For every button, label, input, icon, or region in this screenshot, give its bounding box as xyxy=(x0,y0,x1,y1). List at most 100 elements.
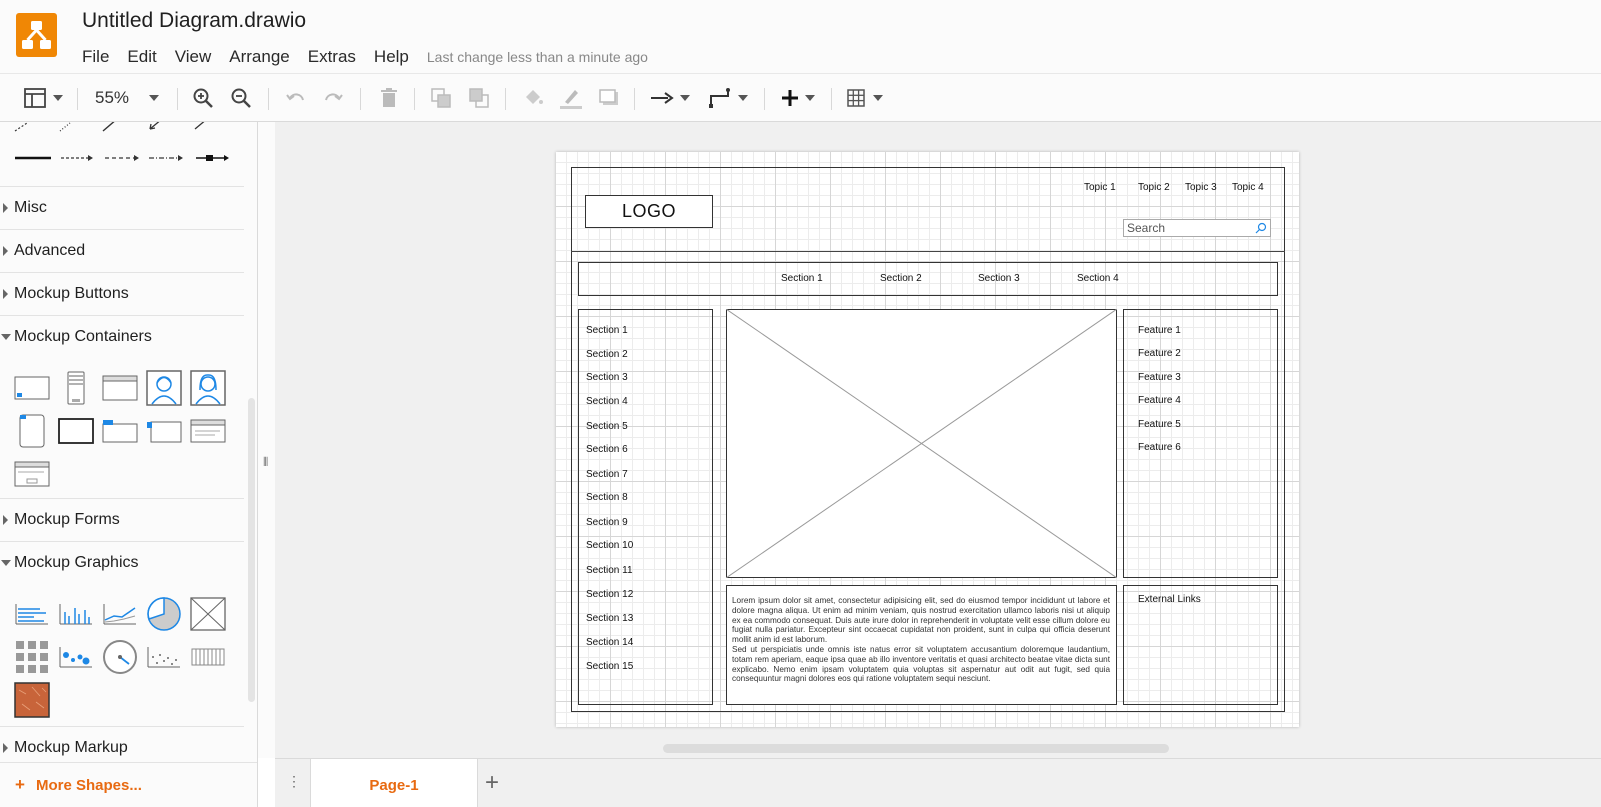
menu-arrange[interactable]: Arrange xyxy=(229,47,289,67)
feature-item[interactable]: Feature 3 xyxy=(1138,372,1181,383)
menu-file[interactable]: File xyxy=(82,47,109,67)
phone-shape[interactable] xyxy=(54,366,98,409)
browser-tabs-shape[interactable] xyxy=(186,409,230,452)
sidebar-section-mockup-forms[interactable]: Mockup Forms xyxy=(0,498,244,541)
fill-color-button[interactable] xyxy=(520,82,546,114)
horizontal-scrollbar[interactable] xyxy=(663,744,1169,753)
to-front-button[interactable] xyxy=(428,82,454,114)
left-section-item[interactable]: Section 8 xyxy=(586,492,628,503)
nav-section[interactable]: Section 3 xyxy=(978,273,1020,284)
diagram-page[interactable]: LOGO Topic 1 Topic 2 Topic 3 Topic 4 Sea… xyxy=(556,152,1299,727)
to-back-button[interactable] xyxy=(466,82,492,114)
zoom-out-button[interactable] xyxy=(228,82,254,114)
bar-chart-horizontal-shape[interactable] xyxy=(10,592,54,635)
nav-section[interactable]: Section 4 xyxy=(1077,273,1119,284)
feature-item[interactable]: Feature 2 xyxy=(1138,348,1181,359)
external-links-label[interactable]: External Links xyxy=(1138,594,1201,605)
sidebar-container-shape[interactable] xyxy=(142,409,186,452)
left-section-item[interactable]: Section 4 xyxy=(586,396,628,407)
sidebar-section-advanced[interactable]: Advanced xyxy=(0,229,244,272)
left-section-item[interactable]: Section 1 xyxy=(586,325,628,336)
sidebar-section-mockup-graphics[interactable]: Mockup Graphics xyxy=(0,541,244,584)
sidebar-section-misc[interactable]: Misc xyxy=(0,186,244,229)
topic-link[interactable]: Topic 2 xyxy=(1138,182,1170,193)
scatter-chart-shape[interactable] xyxy=(142,635,186,678)
image-placeholder-shape[interactable] xyxy=(186,592,230,635)
feature-item[interactable]: Feature 4 xyxy=(1138,395,1181,406)
zoom-select[interactable]: 55% xyxy=(90,82,164,114)
feature-item[interactable]: Feature 1 xyxy=(1138,325,1181,336)
left-section-item[interactable]: Section 2 xyxy=(586,349,628,360)
sidebar-splitter[interactable]: ⦀ xyxy=(258,122,275,758)
redo-button[interactable] xyxy=(320,82,346,114)
progress-bars-shape[interactable] xyxy=(186,635,230,678)
left-section-item[interactable]: Section 5 xyxy=(586,421,628,432)
line-color-button[interactable] xyxy=(558,82,584,114)
last-change-status[interactable]: Last change less than a minute ago xyxy=(427,49,648,65)
dialog-window-shape[interactable] xyxy=(10,452,54,495)
line-color-icon xyxy=(560,90,582,109)
menu-help[interactable]: Help xyxy=(374,47,409,67)
feature-item[interactable]: Feature 5 xyxy=(1138,419,1181,430)
undo-button[interactable] xyxy=(283,82,309,114)
left-section-item[interactable]: Section 3 xyxy=(586,372,628,383)
page-menu-icon[interactable]: ⋮ xyxy=(287,773,301,790)
topic-link[interactable]: Topic 1 xyxy=(1084,182,1116,193)
line-chart-shape[interactable] xyxy=(98,592,142,635)
window-shape[interactable] xyxy=(98,366,142,409)
zoom-in-button[interactable] xyxy=(190,82,216,114)
column-chart-shape[interactable] xyxy=(54,592,98,635)
feature-item[interactable]: Feature 6 xyxy=(1138,442,1181,453)
tablet-shape[interactable] xyxy=(10,409,54,452)
chevron-down-icon xyxy=(1,334,11,340)
tab-container-shape[interactable] xyxy=(98,409,142,452)
format-panel-button[interactable] xyxy=(20,82,66,114)
browser-window-shape[interactable] xyxy=(10,366,54,409)
table-button[interactable] xyxy=(845,82,885,114)
topic-link[interactable]: Topic 3 xyxy=(1185,182,1217,193)
shadow-button[interactable] xyxy=(596,82,622,114)
nav-section[interactable]: Section 2 xyxy=(880,273,922,284)
icon-grid-shape[interactable] xyxy=(10,635,54,678)
nav-bar[interactable] xyxy=(578,262,1278,296)
waypoints-button[interactable] xyxy=(706,82,750,114)
add-page-icon[interactable]: + xyxy=(485,769,499,797)
toolbar-divider xyxy=(77,88,78,110)
left-section-item[interactable]: Section 13 xyxy=(586,613,633,624)
left-section-item[interactable]: Section 9 xyxy=(586,517,628,528)
left-section-item[interactable]: Section 15 xyxy=(586,661,633,672)
insert-button[interactable] xyxy=(778,82,818,114)
logo-placeholder[interactable]: LOGO xyxy=(585,195,713,228)
left-section-item[interactable]: Section 14 xyxy=(586,637,633,648)
more-shapes-button[interactable]: + More Shapes... xyxy=(0,762,257,807)
sidebar-scrollbar[interactable] xyxy=(248,398,255,702)
shapes-sidebar: Misc Advanced Mockup Buttons Mockup Cont… xyxy=(0,122,258,807)
menu-extras[interactable]: Extras xyxy=(308,47,356,67)
user-card-female-shape[interactable] xyxy=(186,366,230,409)
search-input-mockup[interactable]: Search xyxy=(1123,219,1271,237)
left-section-item[interactable]: Section 10 xyxy=(586,540,633,551)
sidebar-section-mockup-containers[interactable]: Mockup Containers xyxy=(0,315,244,358)
left-section-item[interactable]: Section 6 xyxy=(586,444,628,455)
menu-view[interactable]: View xyxy=(175,47,212,67)
connection-style-button[interactable] xyxy=(648,82,692,114)
topic-link[interactable]: Topic 4 xyxy=(1232,182,1264,193)
nav-section[interactable]: Section 1 xyxy=(781,273,823,284)
diagram-canvas[interactable]: LOGO Topic 1 Topic 2 Topic 3 Topic 4 Sea… xyxy=(275,122,1601,758)
container-shape[interactable] xyxy=(54,409,98,452)
pie-chart-shape[interactable] xyxy=(142,592,186,635)
delete-button[interactable] xyxy=(376,82,402,114)
bubble-chart-shape[interactable] xyxy=(54,635,98,678)
left-section-item[interactable]: Section 12 xyxy=(586,589,633,600)
drawio-logo[interactable] xyxy=(16,13,57,57)
gauge-shape[interactable] xyxy=(98,635,142,678)
left-section-item[interactable]: Section 7 xyxy=(586,469,628,480)
sidebar-section-mockup-buttons[interactable]: Mockup Buttons xyxy=(0,272,244,315)
left-section-item[interactable]: Section 11 xyxy=(586,565,633,576)
document-title[interactable]: Untitled Diagram.drawio xyxy=(82,9,306,33)
image-placeholder[interactable] xyxy=(725,308,1117,578)
page-tab[interactable]: Page-1 xyxy=(310,759,478,807)
user-card-shape[interactable] xyxy=(142,366,186,409)
texture-image-shape[interactable] xyxy=(10,678,54,721)
menu-edit[interactable]: Edit xyxy=(127,47,156,67)
